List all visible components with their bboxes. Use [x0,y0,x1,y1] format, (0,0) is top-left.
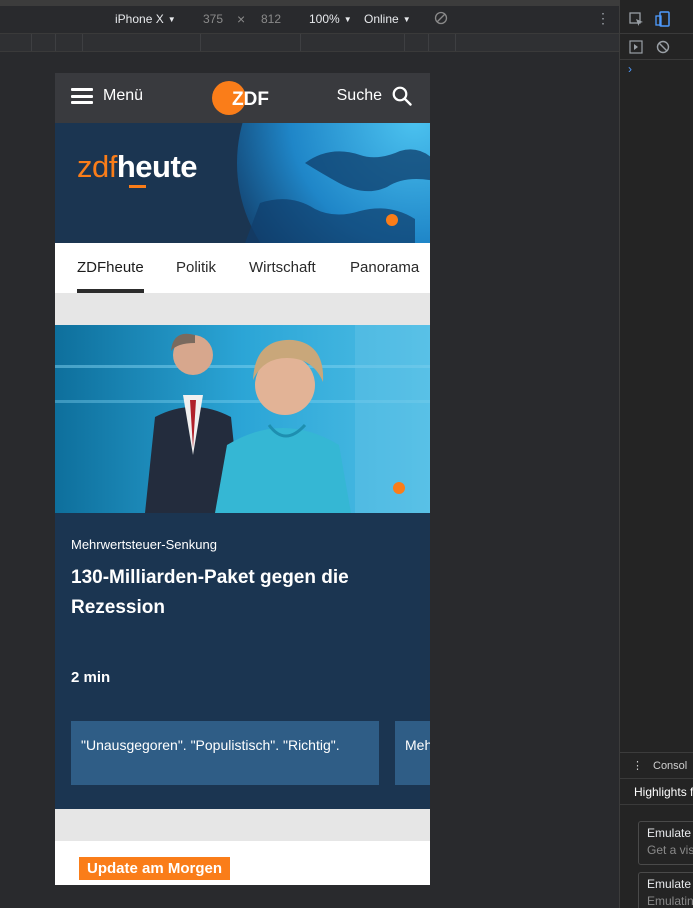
chevron-down-icon: ▼ [343,14,352,24]
site-header: Menü ZDF Suche [55,73,430,123]
related-article-card[interactable]: "Unausgegoren". "Populistisch". "Richtig… [71,721,379,785]
device-select[interactable]: iPhone X ▼ [115,12,176,26]
inspect-element-icon[interactable] [629,12,644,27]
teaser-kicker: Mehrwertsteuer-Senkung [71,537,217,552]
tab-console[interactable]: Consol [653,760,687,772]
drawer-heading: Highlights f [620,779,693,805]
highlight-card[interactable]: Emulate Emulatin [638,872,693,908]
search-button[interactable]: Suche [337,86,412,106]
zoom-select[interactable]: 100% ▼ [309,12,352,26]
section-divider [55,809,430,841]
menu-label: Menü [103,87,144,104]
devtools-drawer: ⋮ Consol Highlights f Emulate Get a vis … [620,752,693,908]
card-title: Emulate [647,826,692,840]
width-input[interactable]: 375 [203,12,223,26]
update-heading[interactable]: Update am Morgen [79,857,231,880]
zoom-label: 100% [309,12,340,26]
more-options-icon[interactable]: ⋮ [596,10,610,27]
tab-panorama[interactable]: Panorama [350,259,419,276]
chevron-down-icon: ▼ [402,14,411,24]
search-label: Suche [336,87,382,104]
teaser-title[interactable]: 130-Milliarden-Paket gegen die Rezession [71,563,401,623]
clear-console-icon[interactable] [656,40,670,54]
console-toolbar [620,34,693,60]
search-icon [392,86,412,106]
media-query-ruler [0,34,619,52]
zdf-logo-text: ZDF [232,89,269,110]
menu-button[interactable]: Menü [71,87,143,105]
devtools-panel: › ⋮ Consol Highlights f Emulate Get a vi… [619,0,693,908]
hero-image[interactable] [55,325,430,513]
section-divider [55,293,430,325]
highlight-card[interactable]: Emulate Get a vis [638,821,693,865]
brand-underline [129,185,146,188]
drawer-menu-icon[interactable]: ⋮ [632,759,643,772]
drawer-tabbar: ⋮ Consol [620,753,693,779]
emulated-viewport: Menü ZDF Suche zdfheute ZDFheute Politik… [55,73,430,885]
devtools-tabs [620,6,693,34]
rotate-button[interactable] [434,11,448,25]
rotate-icon [434,11,448,25]
section-tabs: ZDFheute Politik Wirtschaft Panorama [55,243,430,293]
related-article-card[interactable]: Meh [395,721,430,785]
tab-politik[interactable]: Politik [176,259,216,276]
device-select-label: iPhone X [115,12,164,26]
device-toolbar: iPhone X ▼ 375 × 812 100% ▼ Online ▼ ⋮ [0,0,619,34]
console-prompt-icon[interactable]: › [628,62,632,76]
zdf-logo[interactable]: ZDF [212,81,272,115]
teaser-duration: 2 min [71,669,111,686]
sidebar-toggle-icon[interactable] [629,40,643,54]
zdfheute-banner[interactable]: zdfheute [55,123,430,243]
card-subtitle: Get a vis [647,843,693,857]
dimension-separator: × [237,11,246,27]
brand-part-zdf: zdf [77,149,117,184]
zdfheute-brand: zdfheute [77,149,198,188]
brand-part-heute: heute [116,149,198,184]
chevron-down-icon: ▼ [167,14,176,24]
article-teaser[interactable]: Mehrwertsteuer-Senkung 130-Milliarden-Pa… [55,513,430,809]
card-title: Emulate [647,877,692,891]
device-toggle-icon[interactable] [655,11,671,27]
hero-photo [55,325,430,513]
height-input[interactable]: 812 [261,12,281,26]
card-subtitle: Emulatin [647,894,693,908]
tab-wirtschaft[interactable]: Wirtschaft [249,259,316,276]
network-label: Online [364,12,399,26]
tab-zdfheute[interactable]: ZDFheute [77,259,144,276]
network-select[interactable]: Online ▼ [364,12,411,26]
hamburger-icon [71,88,93,104]
